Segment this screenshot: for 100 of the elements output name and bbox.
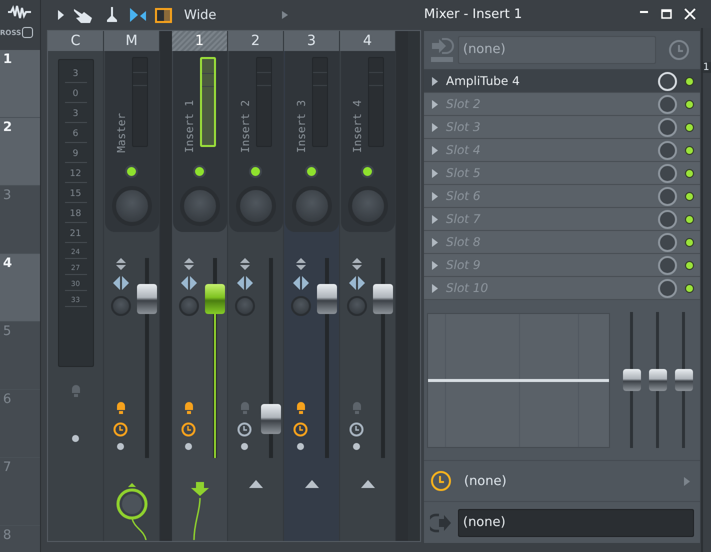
mix-knob[interactable] bbox=[658, 278, 677, 298]
expand-arrow-icon[interactable] bbox=[432, 192, 438, 200]
clock-icon[interactable] bbox=[293, 422, 308, 437]
panel-toggle-icon[interactable] bbox=[155, 8, 172, 22]
clock-icon[interactable] bbox=[113, 422, 128, 437]
link-label[interactable]: (none) bbox=[464, 474, 672, 488]
pattern-row[interactable]: 7 bbox=[0, 458, 40, 526]
fader-handle[interactable] bbox=[316, 284, 336, 314]
clock-icon[interactable] bbox=[349, 422, 364, 437]
left-right-arrows-icon[interactable] bbox=[112, 276, 128, 290]
input-field[interactable]: (none) bbox=[458, 36, 656, 64]
pattern-row[interactable]: 8 bbox=[0, 526, 40, 552]
status-dot[interactable] bbox=[72, 435, 79, 442]
expand-arrow-icon[interactable] bbox=[432, 168, 438, 178]
preset-label[interactable]: Wide bbox=[184, 8, 216, 22]
status-dot[interactable] bbox=[297, 443, 304, 450]
fader-handle[interactable] bbox=[372, 284, 392, 314]
mix-knob[interactable] bbox=[658, 232, 677, 252]
expand-arrow-icon[interactable] bbox=[432, 146, 438, 154]
strip-header[interactable]: 4 bbox=[340, 31, 395, 51]
led-indicator[interactable] bbox=[685, 122, 694, 132]
up-arrow-icon[interactable] bbox=[360, 480, 374, 488]
status-dot[interactable] bbox=[185, 443, 192, 450]
led-indicator[interactable] bbox=[685, 260, 694, 270]
expand-arrow-icon[interactable] bbox=[432, 76, 438, 86]
expand-arrow-icon[interactable] bbox=[432, 122, 438, 132]
up-arrow-icon[interactable] bbox=[248, 480, 262, 488]
hand-pointer-icon[interactable] bbox=[73, 6, 95, 24]
left-right-arrows-icon[interactable] bbox=[236, 276, 252, 290]
send-knob-drawing[interactable] bbox=[114, 480, 150, 540]
left-right-arrows-icon[interactable] bbox=[348, 276, 364, 290]
led-indicator[interactable] bbox=[361, 165, 374, 178]
pattern-row[interactable]: 3 bbox=[0, 186, 40, 254]
caret-icon[interactable] bbox=[282, 11, 288, 19]
pattern-row[interactable]: 4 bbox=[0, 254, 40, 322]
left-right-arrows-icon[interactable] bbox=[180, 276, 196, 290]
clock-icon[interactable] bbox=[181, 422, 196, 437]
led-indicator[interactable] bbox=[685, 192, 694, 200]
close-icon[interactable] bbox=[684, 8, 696, 20]
led-indicator[interactable] bbox=[249, 165, 262, 178]
led-indicator[interactable] bbox=[685, 214, 694, 224]
input-icon[interactable] bbox=[430, 37, 454, 63]
left-right-arrows-icon[interactable] bbox=[292, 276, 308, 290]
strip-header[interactable]: M bbox=[104, 31, 159, 51]
mix-knob[interactable] bbox=[658, 186, 677, 206]
strip-header[interactable]: 2 bbox=[228, 31, 283, 51]
mix-knob[interactable] bbox=[658, 118, 677, 136]
strip-header[interactable]: C bbox=[48, 31, 103, 51]
maximize-icon[interactable] bbox=[661, 9, 672, 19]
fader-handle[interactable] bbox=[136, 284, 156, 314]
expand-arrow-icon[interactable] bbox=[432, 260, 438, 270]
clock-icon[interactable] bbox=[430, 470, 452, 492]
fader-handle[interactable] bbox=[260, 404, 280, 434]
led-indicator[interactable] bbox=[125, 165, 138, 178]
expand-arrow-icon[interactable] bbox=[432, 100, 438, 108]
mix-knob[interactable] bbox=[658, 256, 677, 274]
up-down-arrows-icon[interactable] bbox=[350, 258, 362, 270]
eq-fader-handle[interactable] bbox=[649, 369, 667, 391]
mix-knob[interactable] bbox=[658, 94, 677, 114]
route-arrow-drawing[interactable] bbox=[190, 480, 210, 540]
up-arrow-icon[interactable] bbox=[304, 480, 318, 488]
eq-fader-handle[interactable] bbox=[675, 369, 693, 391]
led-indicator[interactable] bbox=[685, 238, 694, 246]
mix-knob[interactable] bbox=[658, 210, 677, 228]
led-indicator[interactable] bbox=[685, 146, 694, 154]
fader-handle[interactable] bbox=[204, 284, 224, 314]
led-indicator[interactable] bbox=[685, 284, 694, 292]
pattern-row[interactable]: 6 bbox=[0, 390, 40, 458]
toggle-switch[interactable] bbox=[22, 27, 34, 38]
up-down-arrows-icon[interactable] bbox=[114, 258, 126, 270]
expand-arrow-icon[interactable] bbox=[432, 238, 438, 246]
led-indicator[interactable] bbox=[685, 100, 694, 108]
pattern-row[interactable]: 1 bbox=[0, 50, 40, 118]
strip-header[interactable]: 1 bbox=[172, 31, 227, 51]
bowtie-icon[interactable] bbox=[129, 7, 147, 23]
eq-fader-handle[interactable] bbox=[623, 369, 641, 391]
status-dot[interactable] bbox=[241, 443, 248, 450]
output-field[interactable]: (none) bbox=[458, 508, 694, 536]
expand-arrow-icon[interactable] bbox=[432, 214, 438, 224]
pattern-row[interactable]: 5 bbox=[0, 322, 40, 390]
expand-arrow-icon[interactable] bbox=[432, 284, 438, 292]
mix-knob[interactable] bbox=[658, 140, 677, 160]
status-dot[interactable] bbox=[117, 443, 124, 450]
led-indicator[interactable] bbox=[685, 168, 694, 178]
waveform-icon[interactable] bbox=[7, 5, 33, 19]
up-down-arrows-icon[interactable] bbox=[238, 258, 250, 270]
led-indicator[interactable] bbox=[685, 76, 694, 86]
up-down-arrows-icon[interactable] bbox=[294, 258, 306, 270]
clock-icon[interactable] bbox=[237, 422, 252, 437]
eq-graph[interactable] bbox=[427, 312, 610, 448]
track-name: Insert 1 bbox=[183, 100, 196, 153]
up-down-arrows-icon[interactable] bbox=[182, 258, 194, 270]
status-dot[interactable] bbox=[353, 443, 360, 450]
play-arrow-icon[interactable] bbox=[57, 10, 65, 20]
mix-knob[interactable] bbox=[658, 164, 677, 182]
window-title: Mixer - Insert 1 bbox=[424, 6, 524, 22]
led-indicator[interactable] bbox=[193, 165, 206, 178]
strip-header[interactable]: 3 bbox=[284, 31, 339, 51]
pattern-row[interactable]: 2 bbox=[0, 118, 40, 186]
led-indicator[interactable] bbox=[305, 165, 318, 178]
